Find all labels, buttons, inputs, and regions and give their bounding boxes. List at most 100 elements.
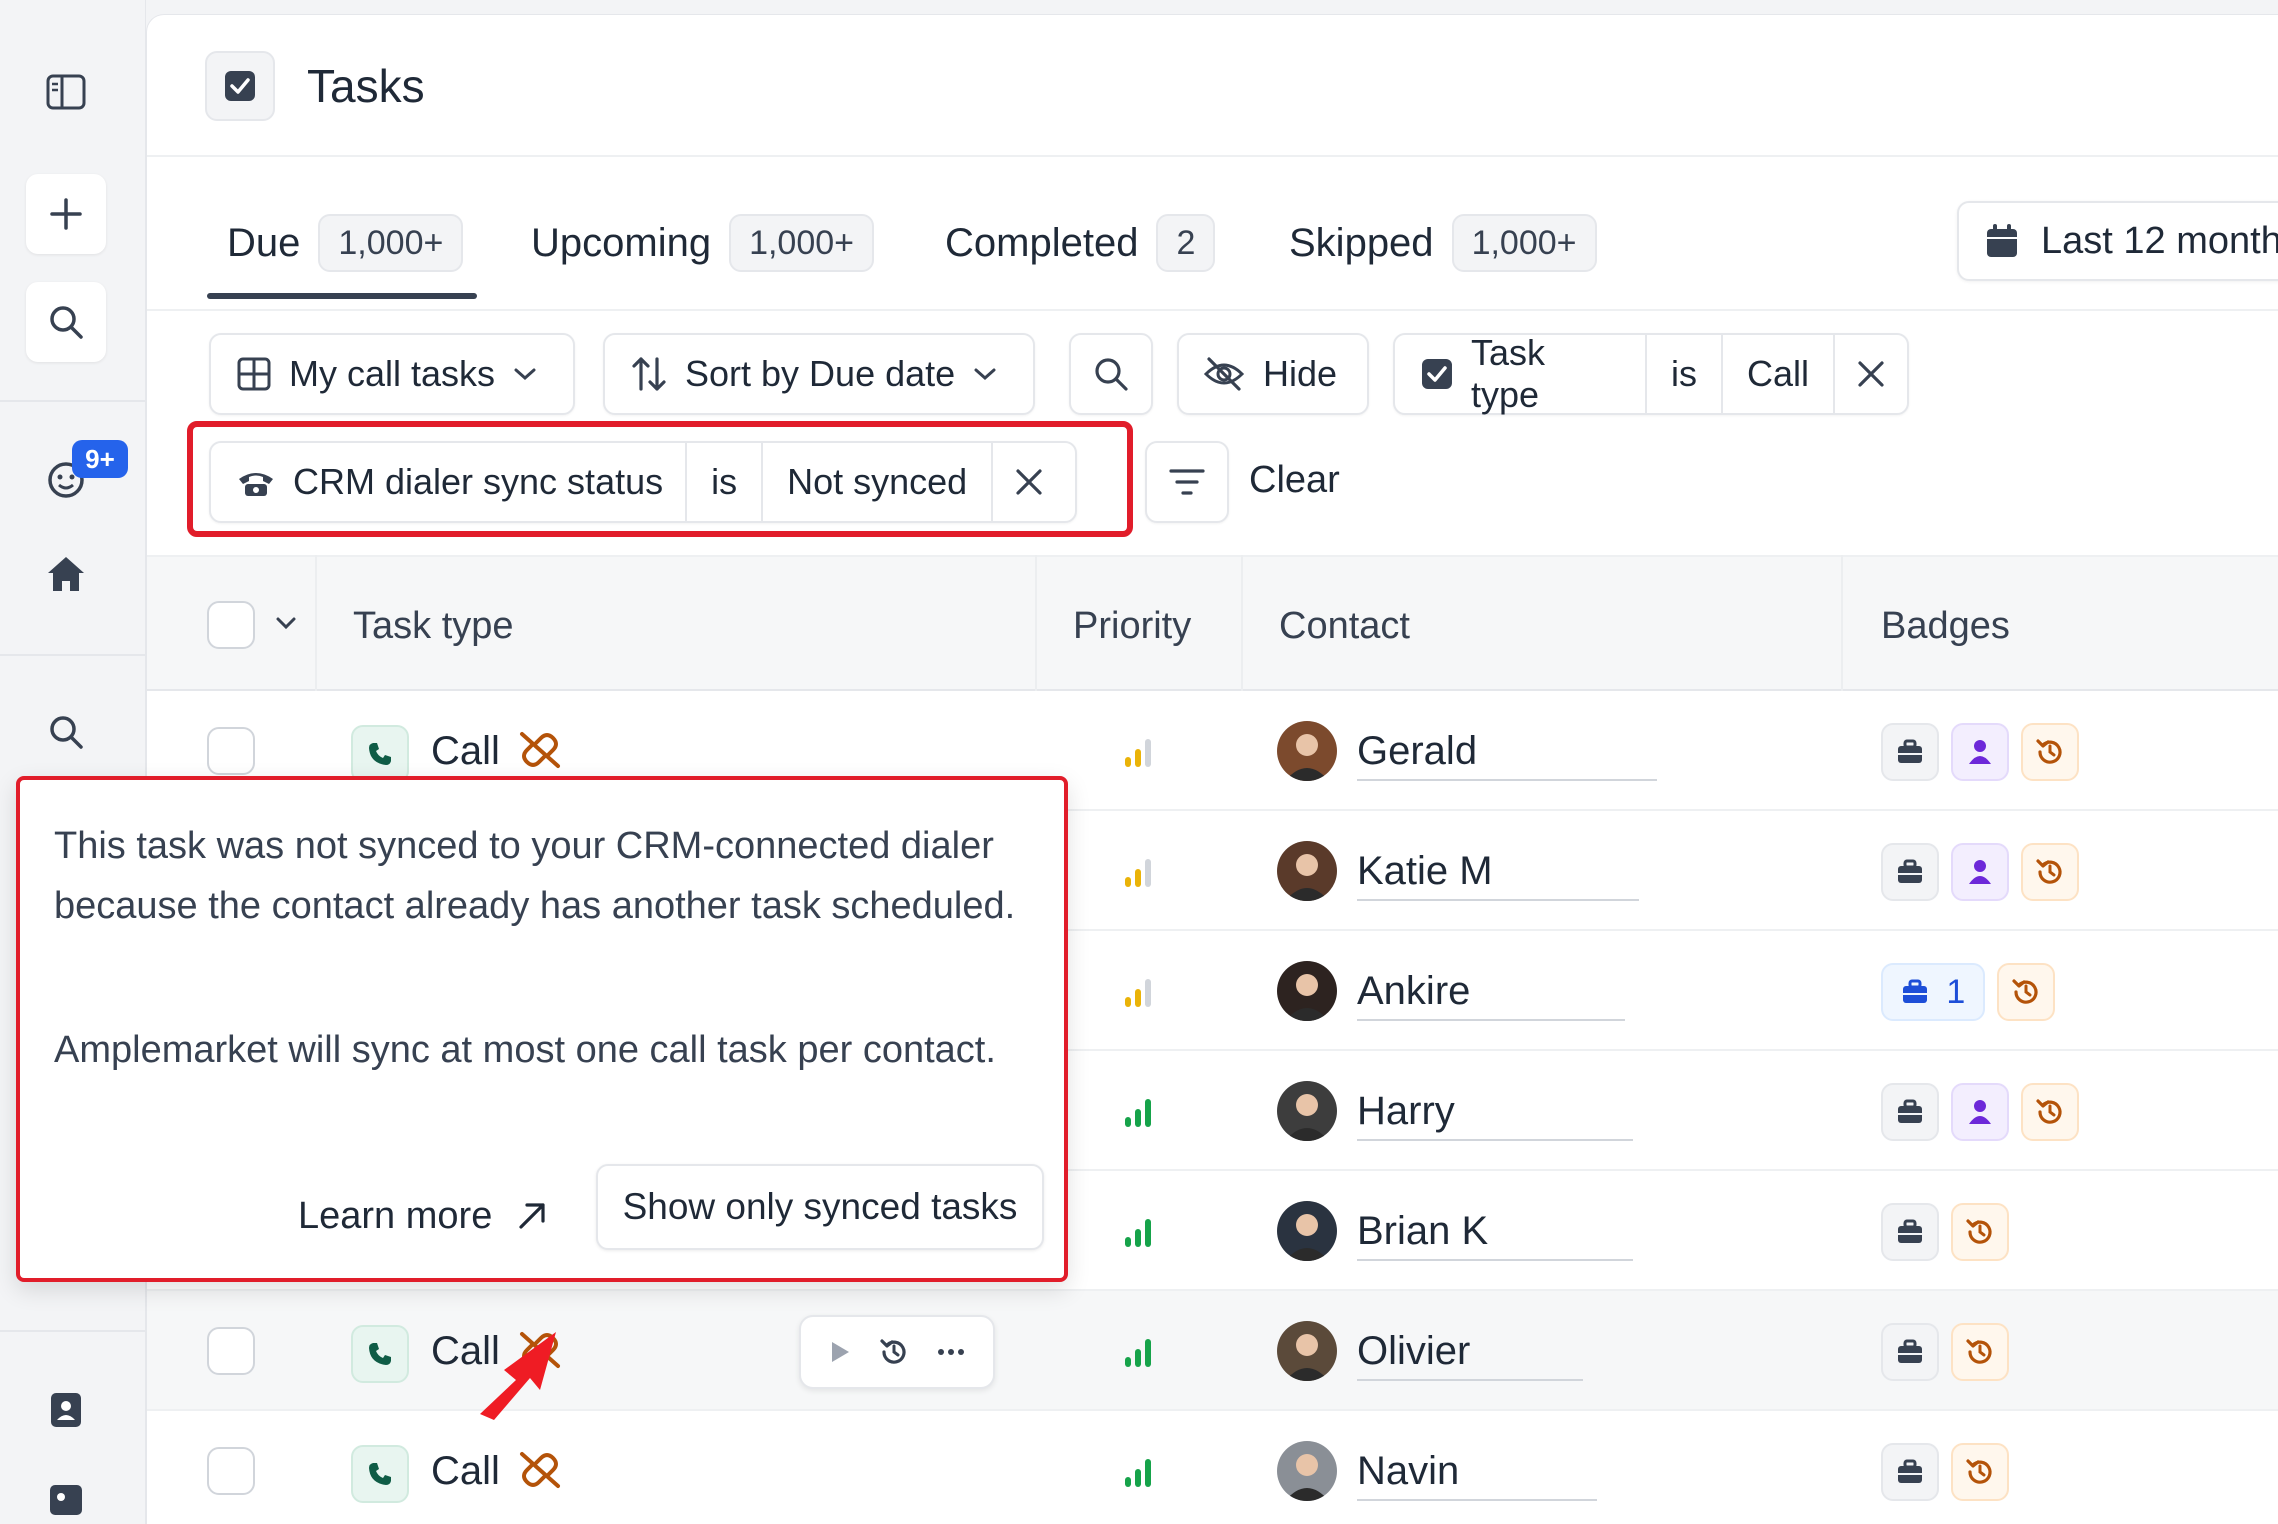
history-icon [2011, 977, 2041, 1007]
left-rail: 9+ [0, 0, 146, 1524]
not-synced-indicator[interactable] [517, 1449, 563, 1496]
briefcase-icon [1896, 859, 1924, 885]
contact-name-link[interactable]: Navin [1357, 1449, 1459, 1494]
persona-badge[interactable] [1951, 723, 2009, 781]
company-badge[interactable] [1881, 1203, 1939, 1261]
prospect-search-icon[interactable] [26, 692, 106, 772]
view-label: My call tasks [289, 353, 496, 394]
search-tasks-button[interactable] [1069, 333, 1153, 415]
tab-completed[interactable]: Completed 2 [945, 211, 1216, 275]
phone-icon [366, 740, 394, 768]
tasks-checkbox-icon [205, 51, 275, 121]
not-synced-tooltip: This task was not synced to your CRM-con… [16, 776, 1068, 1282]
filter-operator[interactable]: is [1644, 335, 1721, 413]
main-panel: Tasks Due 1,000+ Upcoming 1,000+ Complet… [146, 14, 2278, 1524]
not-synced-indicator[interactable] [517, 729, 563, 776]
call-type-chip [351, 1325, 409, 1383]
filter-value[interactable]: Call [1720, 335, 1833, 413]
learn-more-link[interactable]: Learn more [298, 1176, 548, 1256]
contact-name-link[interactable]: Gerald [1357, 729, 1477, 774]
history-icon[interactable] [879, 1337, 909, 1367]
company-badge[interactable] [1881, 1443, 1939, 1501]
filter-task-type[interactable]: Task type is Call [1393, 332, 1909, 415]
company-count-badge[interactable]: 1 [1881, 963, 1985, 1021]
contact-name-link[interactable]: Harry [1357, 1089, 1455, 1134]
activity-history-badge[interactable] [1951, 1443, 2009, 1501]
avatar [1277, 721, 1337, 781]
persona-badge[interactable] [1951, 843, 2009, 901]
play-icon[interactable] [829, 1340, 851, 1364]
briefcase-icon [1896, 1099, 1924, 1125]
contact-underline [1357, 1499, 1597, 1501]
column-header-badges[interactable]: Badges [1881, 605, 2010, 648]
home-icon[interactable] [26, 534, 106, 614]
phone-icon [366, 1340, 394, 1368]
priority-bars-icon [1123, 1331, 1157, 1374]
person-icon [1967, 1098, 1993, 1126]
tab-count: 1,000+ [1451, 214, 1597, 272]
contact-name-link[interactable]: Ankire [1357, 969, 1470, 1014]
remove-filter-button[interactable] [1833, 335, 1907, 413]
column-header-priority[interactable]: Priority [1073, 605, 1191, 648]
activity-history-badge[interactable] [2021, 843, 2079, 901]
column-header-contact[interactable]: Contact [1279, 605, 1410, 648]
activity-history-badge[interactable] [1951, 1203, 2009, 1261]
activity-history-badge[interactable] [1997, 963, 2055, 1021]
hide-button[interactable]: Hide [1177, 333, 1369, 415]
call-type-chip [351, 725, 409, 783]
page-header: Tasks [147, 15, 2278, 157]
sidebar-toggle-icon[interactable] [26, 52, 106, 132]
column-header-task-type[interactable]: Task type [353, 605, 514, 648]
company-badge[interactable] [1881, 723, 1939, 781]
contact-underline [1357, 779, 1657, 781]
priority-bars-icon [1123, 971, 1157, 1014]
row-checkbox[interactable] [207, 1447, 255, 1495]
sort-button[interactable]: Sort by Due date [603, 333, 1035, 415]
briefcase-icon [1896, 1219, 1924, 1245]
notification-badge: 9+ [72, 440, 128, 478]
tab-skipped[interactable]: Skipped 1,000+ [1289, 211, 1597, 275]
clear-filters-link[interactable]: Clear [1249, 459, 1340, 502]
annotation-arrow-icon [480, 1332, 556, 1420]
more-filters-button[interactable] [1145, 441, 1229, 523]
view-selector[interactable]: My call tasks [209, 333, 575, 415]
row-checkbox[interactable] [207, 727, 255, 775]
unlink-icon [517, 1449, 563, 1491]
add-icon[interactable] [26, 174, 106, 254]
table-row[interactable]: Call Olivier [147, 1291, 2278, 1411]
tab-due[interactable]: Due 1,000+ [227, 211, 464, 275]
priority-bars-icon [1123, 1091, 1157, 1134]
activity-history-badge[interactable] [2021, 1083, 2079, 1141]
checkbox-icon [1421, 359, 1452, 389]
contacts-book-icon[interactable] [26, 1370, 106, 1450]
priority-bars-icon [1123, 1211, 1157, 1254]
date-range-label: Last 12 month [2041, 219, 2278, 262]
filter-lines-icon [1169, 469, 1205, 495]
priority-bars-icon [1123, 1451, 1157, 1494]
search-icon[interactable] [26, 282, 106, 362]
activity-history-badge[interactable] [2021, 723, 2079, 781]
contact-name-link[interactable]: Brian K [1357, 1209, 1488, 1254]
company-badge[interactable] [1881, 1323, 1939, 1381]
tab-upcoming[interactable]: Upcoming 1,000+ [531, 211, 875, 275]
profile-card-icon[interactable] [26, 1460, 106, 1524]
persona-badge[interactable] [1951, 1083, 2009, 1141]
more-options-icon[interactable] [937, 1348, 965, 1356]
avatar [1277, 1441, 1337, 1501]
select-all-checkbox[interactable] [207, 601, 255, 649]
company-badge[interactable] [1881, 1083, 1939, 1141]
history-icon [1965, 1337, 1995, 1367]
hide-label: Hide [1263, 353, 1338, 394]
contact-name-link[interactable]: Olivier [1357, 1329, 1470, 1374]
table-row[interactable]: Call Navin [147, 1411, 2278, 1524]
row-checkbox[interactable] [207, 1327, 255, 1375]
activity-history-badge[interactable] [1951, 1323, 2009, 1381]
chevron-down-icon[interactable] [275, 615, 297, 631]
show-only-synced-button[interactable]: Show only synced tasks [596, 1164, 1044, 1250]
contact-name-link[interactable]: Katie M [1357, 849, 1493, 894]
date-range-button[interactable]: Last 12 month [1957, 201, 2278, 281]
avatar [1277, 1081, 1337, 1141]
company-badge[interactable] [1881, 843, 1939, 901]
row-actions [799, 1315, 995, 1389]
page-title: Tasks [307, 60, 425, 112]
